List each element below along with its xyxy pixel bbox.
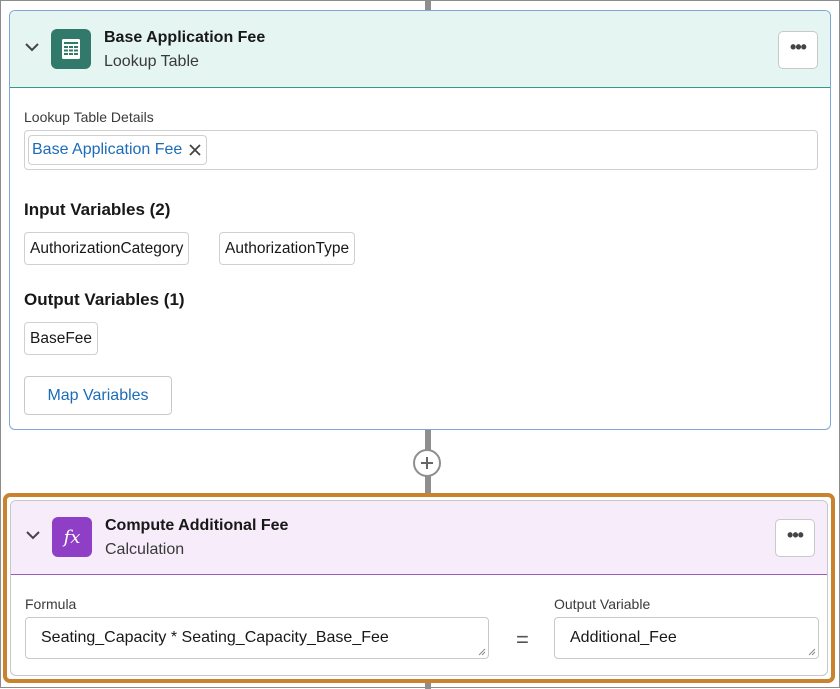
formula-label: Formula bbox=[25, 596, 77, 612]
resize-handle-icon[interactable] bbox=[478, 648, 486, 656]
formula-value: Seating_Capacity * Seating_Capacity_Base… bbox=[41, 629, 389, 646]
add-step-button[interactable] bbox=[413, 449, 441, 477]
fx-glyph: fx bbox=[63, 526, 81, 548]
input-variables-heading: Input Variables (2) bbox=[24, 200, 171, 219]
input-variable-chip[interactable]: AuthorizationType bbox=[219, 232, 356, 265]
calculation-node-header: fx Compute Additional Fee Calculation ••… bbox=[11, 501, 827, 575]
table-icon bbox=[51, 29, 91, 69]
selected-table-pill[interactable]: Base Application Fee bbox=[28, 135, 208, 165]
calculation-node[interactable]: fx Compute Additional Fee Calculation ••… bbox=[10, 500, 828, 676]
selected-node-outline: fx Compute Additional Fee Calculation ••… bbox=[3, 493, 835, 683]
node-subtitle: Lookup Table bbox=[104, 53, 199, 70]
chevron-down-icon[interactable] bbox=[23, 525, 43, 545]
lookup-table-node[interactable]: Base Application Fee Lookup Table ••• Lo… bbox=[9, 10, 831, 430]
close-icon[interactable] bbox=[188, 143, 202, 157]
selected-table-label: Base Application Fee bbox=[32, 141, 183, 158]
more-actions-button[interactable]: ••• bbox=[775, 519, 815, 557]
node-subtitle: Calculation bbox=[105, 541, 185, 558]
resize-handle-icon[interactable] bbox=[808, 648, 816, 656]
input-variable-chip[interactable]: AuthorizationCategory bbox=[24, 232, 190, 265]
chevron-down-icon[interactable] bbox=[22, 37, 42, 57]
ellipsis-icon: ••• bbox=[790, 37, 807, 57]
node-title: Compute Additional Fee bbox=[105, 517, 289, 534]
output-variable-value: Additional_Fee bbox=[570, 629, 677, 646]
ellipsis-icon: ••• bbox=[787, 525, 804, 545]
output-variable-label: Output Variable bbox=[554, 596, 651, 612]
map-variables-button[interactable]: Map Variables bbox=[24, 376, 172, 415]
node-title: Base Application Fee bbox=[104, 29, 266, 46]
output-variable-chip[interactable]: BaseFee bbox=[24, 322, 99, 355]
equals-sign: = bbox=[516, 627, 529, 652]
formula-field[interactable]: Seating_Capacity * Seating_Capacity_Base… bbox=[25, 617, 489, 659]
output-variable-field[interactable]: Additional_Fee bbox=[554, 617, 819, 659]
lookup-table-selector[interactable]: Base Application Fee bbox=[24, 130, 818, 170]
lookup-node-header: Base Application Fee Lookup Table ••• bbox=[10, 11, 830, 88]
plus-icon bbox=[421, 457, 433, 469]
output-variables-heading: Output Variables (1) bbox=[24, 290, 185, 309]
more-actions-button[interactable]: ••• bbox=[778, 31, 818, 69]
lookup-details-label: Lookup Table Details bbox=[24, 109, 154, 125]
formula-fx-icon: fx bbox=[52, 517, 92, 557]
